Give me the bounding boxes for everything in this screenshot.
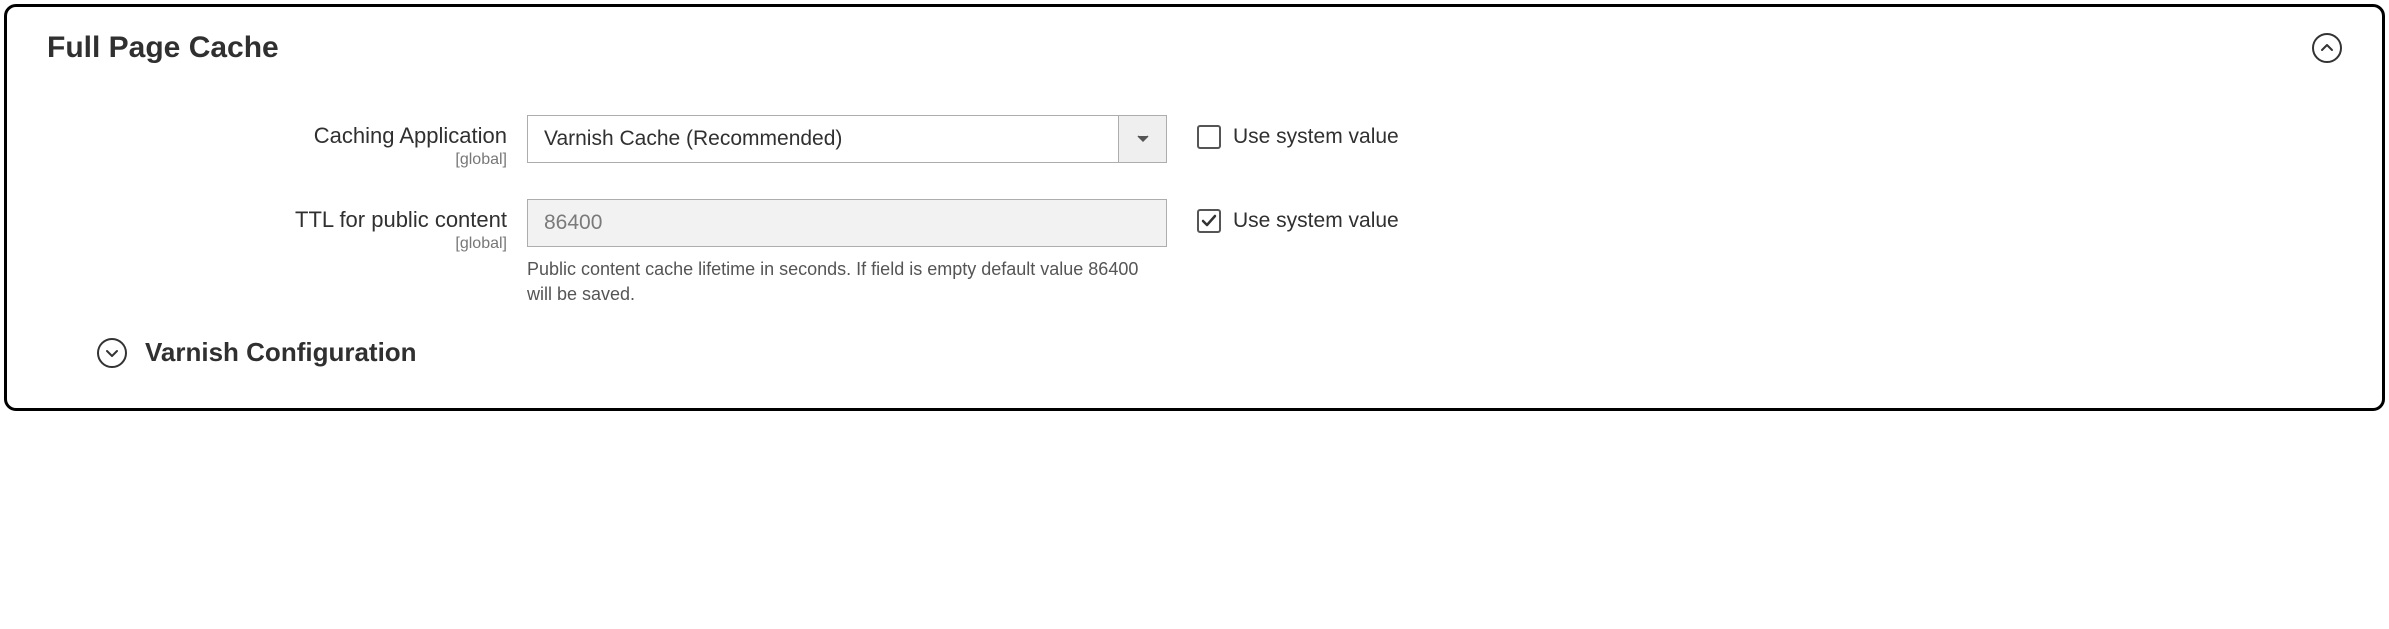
ttl-row: TTL for public content [global] Public c… — [47, 199, 2342, 307]
panel-header: Full Page Cache — [47, 31, 2342, 65]
label-column: Caching Application [global] — [47, 115, 527, 169]
chevron-up-icon[interactable] — [2312, 33, 2342, 63]
checkbox-column: Use system value — [1167, 199, 1399, 233]
checkbox-column: Use system value — [1167, 115, 1399, 149]
varnish-configuration-section[interactable]: Varnish Configuration — [97, 337, 2342, 368]
field-label: TTL for public content — [47, 207, 507, 233]
input-column: Public content cache lifetime in seconds… — [527, 199, 1167, 307]
caching-application-select[interactable]: Varnish Cache (Recommended) — [527, 115, 1167, 163]
ttl-input[interactable] — [527, 199, 1167, 247]
checkbox-label[interactable]: Use system value — [1233, 209, 1399, 233]
input-column: Varnish Cache (Recommended) — [527, 115, 1167, 163]
use-system-value-checkbox[interactable] — [1197, 209, 1221, 233]
caching-application-row: Caching Application [global] Varnish Cac… — [47, 115, 2342, 169]
select-value: Varnish Cache (Recommended) — [528, 116, 1118, 162]
chevron-down-icon[interactable] — [97, 338, 127, 368]
panel-title: Full Page Cache — [47, 31, 279, 65]
field-scope: [global] — [47, 151, 507, 169]
field-scope: [global] — [47, 235, 507, 253]
label-column: TTL for public content [global] — [47, 199, 527, 253]
full-page-cache-panel: Full Page Cache Caching Application [glo… — [4, 4, 2385, 411]
checkbox-label[interactable]: Use system value — [1233, 125, 1399, 149]
subsection-title: Varnish Configuration — [145, 337, 417, 368]
caret-down-icon — [1118, 116, 1166, 162]
help-text: Public content cache lifetime in seconds… — [527, 257, 1167, 307]
field-label: Caching Application — [47, 123, 507, 149]
use-system-value-checkbox[interactable] — [1197, 125, 1221, 149]
